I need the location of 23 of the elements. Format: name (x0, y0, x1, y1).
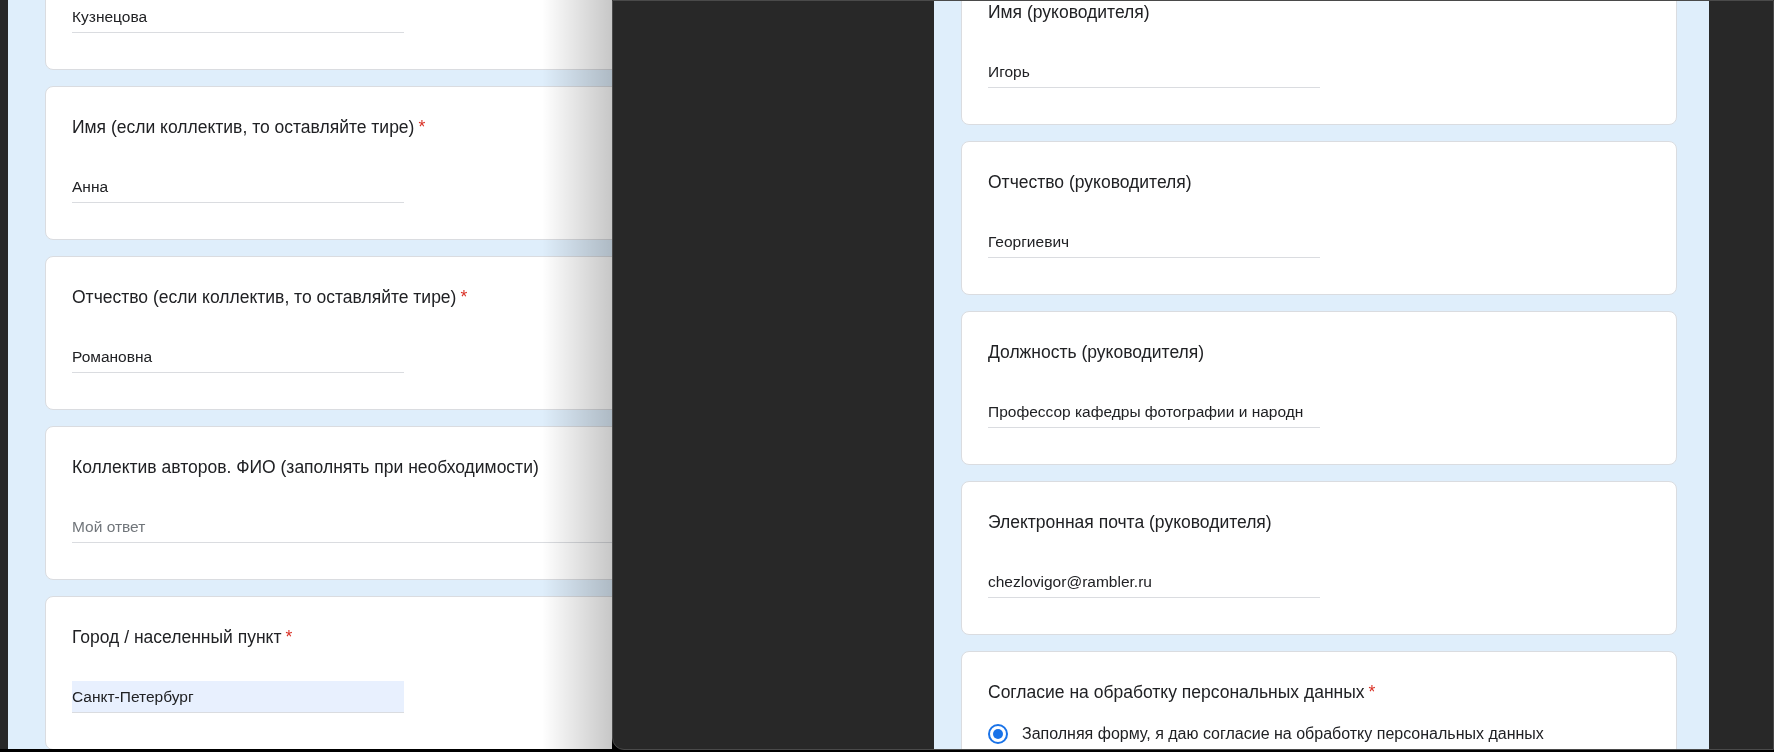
required-asterisk: * (460, 287, 468, 307)
question-title: Электронная почта (руководителя) (988, 512, 1272, 532)
question-title: Должность (руководителя) (988, 342, 1205, 362)
required-asterisk: * (1368, 682, 1376, 702)
text-input-field[interactable]: Георгиевич (988, 226, 1320, 258)
text-input-field[interactable]: Игорь (988, 56, 1320, 88)
required-asterisk: * (285, 627, 293, 647)
text-input-field[interactable]: Кузнецова (72, 1, 404, 33)
question-title: Имя (если коллектив, то оставляйте тире) (72, 117, 415, 137)
required-asterisk: * (418, 117, 426, 137)
question-title: Согласие на обработку персональных данных (988, 682, 1365, 702)
question-title: Отчество (руководителя) (988, 172, 1192, 192)
radio-option-label[interactable]: Заполняя форму, я даю согласие на обработку персональных данных (1022, 724, 1544, 744)
question-title: Город / населенный пункт (72, 627, 282, 647)
question-title: Имя (руководителя) (988, 2, 1150, 22)
radio-button[interactable] (988, 724, 1008, 744)
text-input-field[interactable]: Санкт-Петербург (72, 681, 404, 713)
text-input-field[interactable]: Романовна (72, 341, 404, 373)
question-title: Отчество (если коллектив, то оставляйте тире) (72, 287, 457, 307)
text-input-field[interactable]: Анна (72, 171, 404, 203)
text-input-field[interactable]: Профессор кафедры фотографии и народн (988, 396, 1320, 428)
text-input-field[interactable]: chezlovigor@rambler.ru (988, 566, 1320, 598)
question-title: Коллектив авторов. ФИО (заполнять при необходимости) (72, 457, 539, 477)
